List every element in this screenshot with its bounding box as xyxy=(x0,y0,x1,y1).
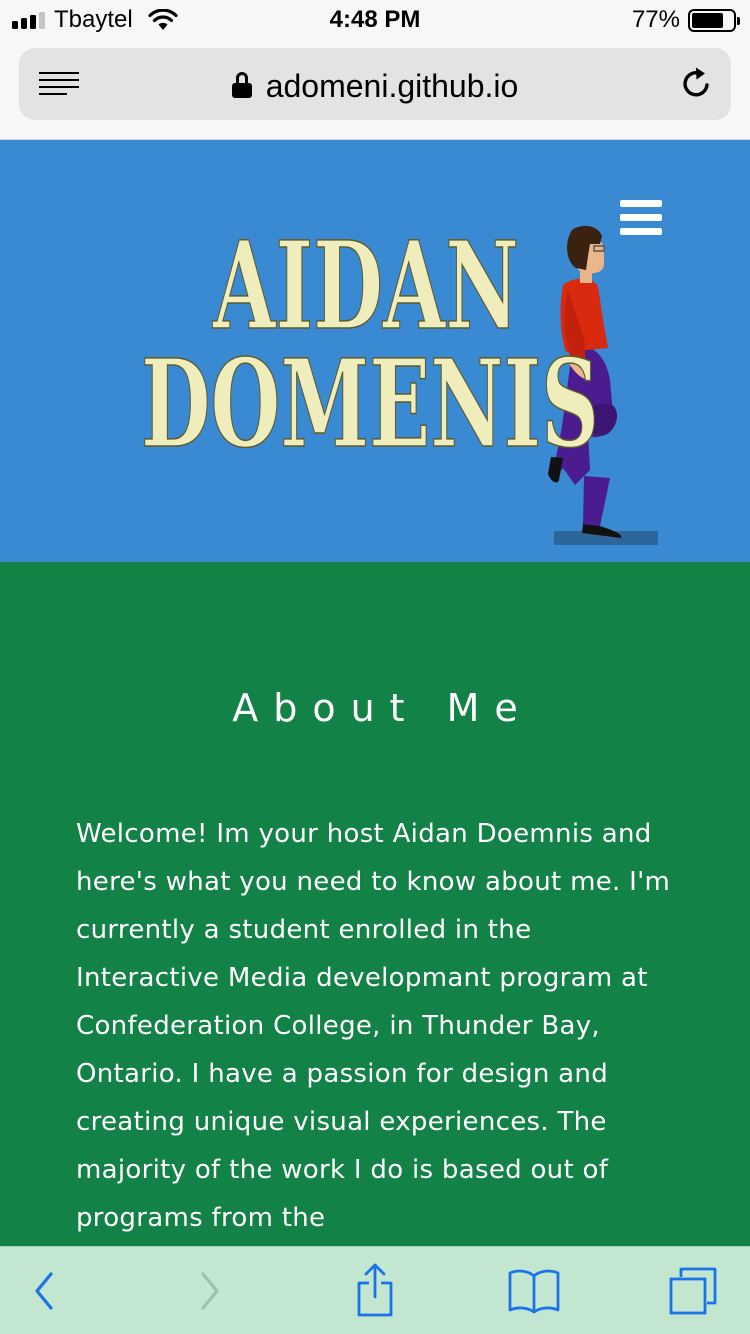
back-icon xyxy=(35,1272,53,1310)
battery-percentage: 77% xyxy=(631,6,680,33)
battery-icon xyxy=(688,9,740,32)
site-header: AIDAN DOMENIS xyxy=(0,140,750,562)
about-body: Welcome! Im your host Aidan Doemnis and … xyxy=(76,819,671,1233)
url-display[interactable]: adomeni.github.io xyxy=(19,68,731,105)
tabs-button[interactable] xyxy=(662,1247,724,1334)
status-bar: Tbaytel 4:48 PM 77% xyxy=(0,0,750,40)
forward-icon xyxy=(201,1272,219,1310)
tabs-icon xyxy=(669,1267,717,1315)
logo-line-2: DOMENIS xyxy=(141,334,599,475)
about-section: About Me Welcome! Im your host Aidan Doe… xyxy=(0,562,750,1262)
about-title: About Me xyxy=(232,686,533,730)
site-logo: AIDAN DOMENIS xyxy=(140,215,599,476)
reload-icon[interactable] xyxy=(679,66,715,102)
browser-toolbar xyxy=(0,1246,750,1334)
bookmarks-icon xyxy=(508,1269,560,1314)
forward-button[interactable] xyxy=(180,1247,240,1334)
back-button[interactable] xyxy=(14,1247,74,1334)
bookmarks-button[interactable] xyxy=(503,1247,565,1334)
share-icon xyxy=(357,1263,393,1317)
hamburger-icon[interactable] xyxy=(620,200,662,236)
lock-icon xyxy=(231,72,252,98)
browser-address-area: adomeni.github.io xyxy=(0,40,750,140)
address-bar[interactable]: adomeni.github.io xyxy=(19,48,731,120)
share-button[interactable] xyxy=(345,1247,405,1334)
url-text: adomeni.github.io xyxy=(265,68,519,104)
